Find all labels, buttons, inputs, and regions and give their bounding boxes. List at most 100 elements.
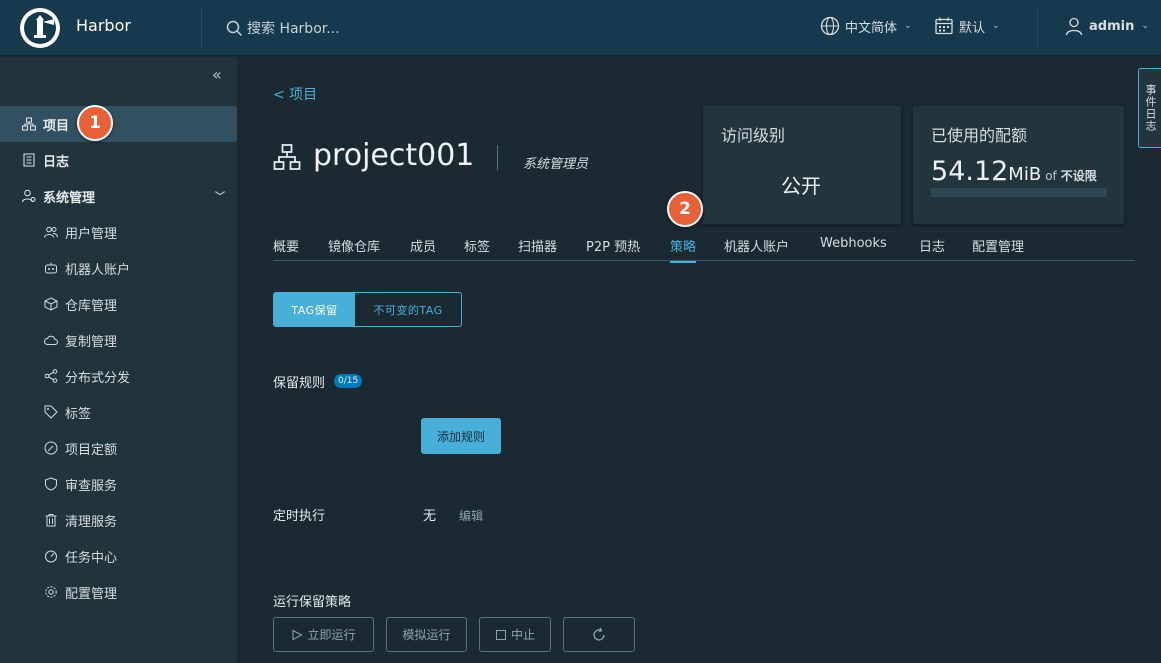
sidebar-item-registries[interactable]: 仓库管理 — [0, 286, 237, 322]
sidebar-item-label: 用户管理 — [65, 226, 118, 242]
calendar-icon — [935, 17, 953, 35]
quota-value-row: 54.12 MiB of 不设限 — [931, 156, 1097, 187]
sidebar-item-label: 日志 — [43, 154, 70, 170]
sidebar-item-admin[interactable]: 系统管理 ﹀ — [0, 178, 237, 214]
sidebar-item-label: 清理服务 — [65, 514, 118, 530]
quota-progress-bar — [931, 188, 1107, 197]
sidebar-item-labels[interactable]: 标签 — [0, 394, 237, 430]
play-icon — [292, 629, 304, 640]
sidebar-item-robot-accounts[interactable]: 机器人账户 — [0, 250, 237, 286]
username: admin — [1089, 18, 1135, 34]
quota-icon — [44, 441, 58, 455]
access-level-value: 公开 — [781, 174, 821, 198]
dashboard-icon — [44, 549, 58, 563]
user-icon — [1065, 17, 1083, 36]
harbor-logo-icon[interactable] — [20, 8, 60, 48]
chevron-down-icon[interactable]: ﹀ — [215, 188, 225, 203]
chevron-down-icon: ⌄ — [1141, 21, 1149, 31]
language-label: 中文简体 — [845, 20, 898, 36]
tab-summary[interactable]: 概要 — [273, 236, 299, 261]
shield-icon — [44, 477, 58, 491]
run-now-label: 立即运行 — [307, 628, 356, 642]
sidebar-item-label: 系统管理 — [43, 190, 96, 206]
schedule-value: 无 — [423, 509, 437, 524]
refresh-icon — [593, 627, 605, 641]
search-icon — [226, 20, 243, 36]
sidebar-item-label: 仓库管理 — [65, 298, 118, 314]
back-to-projects-link[interactable]: < 项目 — [273, 84, 317, 104]
edit-schedule-link[interactable]: 编辑 — [459, 507, 483, 524]
sidebar-item-jobs[interactable]: 任务中心 — [0, 538, 237, 574]
robot-icon — [44, 261, 58, 275]
users-icon — [44, 225, 58, 239]
header-divider — [201, 8, 202, 48]
tab-configuration[interactable]: 配置管理 — [972, 236, 1024, 261]
tab-p2p-preheat[interactable]: P2P 预热 — [586, 236, 640, 261]
tab-repositories[interactable]: 镜像仓库 — [328, 236, 380, 261]
admin-icon — [22, 189, 36, 203]
event-log-label: 事件日志 — [1144, 84, 1157, 132]
sidebar-item-replication[interactable]: 复制管理 — [0, 322, 237, 358]
tag-retention-button[interactable]: TAG保留 — [274, 293, 355, 326]
quota-label: 已使用的配额 — [931, 126, 1028, 145]
dry-run-label: 模拟运行 — [402, 628, 451, 642]
registry-icon — [44, 297, 58, 311]
sidebar-item-logs[interactable]: 日志 — [0, 142, 237, 178]
brand-name: Harbor — [76, 16, 131, 35]
run-now-button[interactable]: 立即运行 — [273, 617, 374, 652]
add-rule-button[interactable]: 添加规则 — [421, 418, 501, 454]
tab-webhooks[interactable]: Webhooks — [820, 236, 887, 257]
top-header: Harbor 搜索 Harbor... 中文简体 ⌄ 默认 ⌄ admin ⌄ — [0, 0, 1161, 56]
sidebar-item-label: 配置管理 — [65, 586, 118, 602]
distribution-icon — [44, 369, 58, 383]
quota-value: 54.12 — [931, 156, 1009, 187]
step-marker-2: 2 — [667, 191, 703, 227]
access-level-card: 访问级别 公开 — [702, 105, 902, 225]
stop-button[interactable]: 中止 — [479, 617, 551, 652]
sidebar-item-distribution[interactable]: 分布式分发 — [0, 358, 237, 394]
title-divider — [497, 145, 498, 170]
dry-run-button[interactable]: 模拟运行 — [386, 617, 467, 652]
immutable-tag-button[interactable]: 不可变的TAG — [355, 293, 461, 326]
tab-labels[interactable]: 标签 — [464, 236, 490, 261]
sidebar-item-label: 标签 — [65, 406, 92, 422]
tab-members[interactable]: 成员 — [410, 236, 436, 261]
trash-icon — [44, 513, 58, 527]
project-icon — [273, 143, 301, 175]
calendar-label: 默认 — [959, 20, 986, 36]
sidebar-item-gc[interactable]: 清理服务 — [0, 502, 237, 538]
page-title: project001 — [313, 138, 475, 173]
global-search[interactable]: 搜索 Harbor... — [226, 17, 340, 39]
project-role: 系统管理员 — [523, 157, 589, 172]
sidebar-item-quotas[interactable]: 项目定额 — [0, 430, 237, 466]
sidebar-item-label: 项目 — [43, 118, 70, 134]
retention-count-badge: 0/15 — [334, 374, 363, 388]
sidebar-item-users[interactable]: 用户管理 — [0, 214, 237, 250]
project-tabs: 概要 镜像仓库 成员 标签 扫描器 P2P 预热 策略 机器人账户 Webhoo… — [273, 230, 1135, 263]
sidebar-item-label: 任务中心 — [65, 550, 118, 566]
language-selector[interactable]: 中文简体 ⌄ — [820, 16, 912, 36]
tab-robot-accounts[interactable]: 机器人账户 — [724, 236, 789, 261]
sidebar-item-projects[interactable]: 项目 — [0, 106, 237, 142]
sidebar-item-label: 项目定额 — [65, 442, 118, 458]
calendar-selector[interactable]: 默认 ⌄ — [934, 16, 1000, 36]
tab-logs[interactable]: 日志 — [919, 236, 945, 261]
gear-icon — [44, 585, 58, 599]
sidebar-item-audit[interactable]: 审查服务 — [0, 466, 237, 502]
user-menu[interactable]: admin ⌄ — [1064, 16, 1149, 36]
chevron-down-icon: ⌄ — [904, 21, 912, 31]
header-divider — [1037, 8, 1038, 48]
policy-segmented-control: TAG保留 不可变的TAG — [273, 292, 462, 327]
tab-scanner[interactable]: 扫描器 — [518, 236, 557, 261]
tab-policy[interactable]: 策略 — [670, 236, 697, 263]
refresh-button[interactable] — [563, 617, 635, 652]
logs-icon — [22, 153, 36, 167]
sidebar: « 项目 日志 系统管理 ﹀ 用户管理 机器人账户 仓库管理 复制管理 分布式分… — [0, 57, 237, 663]
collapse-sidebar-icon[interactable]: « — [212, 65, 222, 84]
sidebar-item-config[interactable]: 配置管理 — [0, 574, 237, 610]
projects-icon — [22, 117, 36, 131]
event-log-tab[interactable]: 事件日志 — [1138, 68, 1161, 148]
quota-limit: 不设限 — [1060, 169, 1097, 183]
search-input[interactable]: 搜索 Harbor... — [247, 18, 340, 38]
step-marker-1: 1 — [77, 105, 113, 141]
